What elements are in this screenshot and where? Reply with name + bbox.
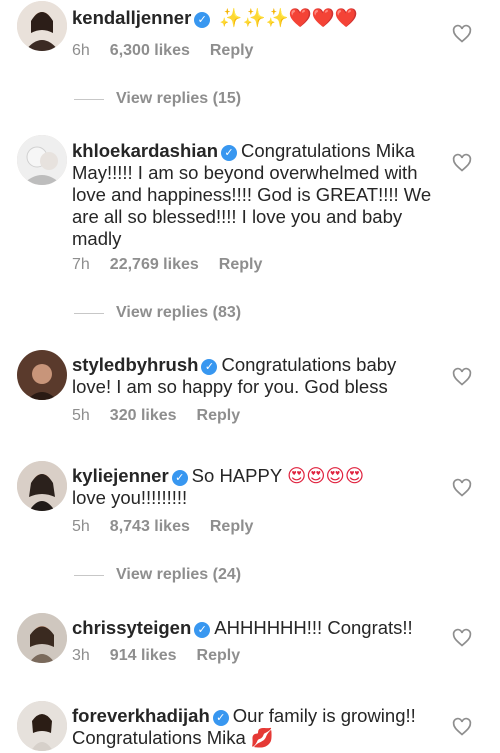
likes-count[interactable]: 6,300 likes: [110, 42, 190, 59]
likes-count[interactable]: 320 likes: [110, 407, 177, 424]
timestamp: 3h: [72, 647, 90, 664]
username[interactable]: khloekardashian: [72, 140, 218, 161]
timestamp: 7h: [72, 256, 90, 273]
heart-outline-icon[interactable]: [452, 24, 472, 44]
emoji-text: 😍😍😍😍: [286, 465, 365, 486]
heart-outline-icon[interactable]: [452, 478, 472, 498]
likes-count[interactable]: 914 likes: [110, 647, 177, 664]
reply-button[interactable]: Reply: [219, 256, 263, 273]
avatar[interactable]: [17, 461, 67, 511]
verified-badge-icon: ✓: [171, 470, 188, 486]
divider: [74, 312, 104, 314]
comment-meta: 3h 914 likes Reply: [72, 647, 260, 665]
comment-text: chrissyteigen ✓ AHHHHHH!!! Congrats!!: [72, 617, 422, 639]
emoji-text: 💋: [250, 727, 274, 748]
comment-meta: 7h 22,769 likes Reply: [72, 256, 282, 274]
divider: [74, 574, 104, 576]
reply-button[interactable]: Reply: [197, 407, 241, 424]
verified-badge-icon: ✓: [212, 710, 229, 726]
comment-meta: 5h 320 likes Reply: [72, 407, 260, 425]
comment-text: styledbyhrush ✓ Congratulations baby love!…: [72, 354, 437, 398]
heart-outline-icon[interactable]: [452, 153, 472, 173]
username[interactable]: chrissyteigen: [72, 617, 191, 638]
likes-count[interactable]: 22,769 likes: [110, 256, 199, 273]
comment-body: So HAPPY: [191, 465, 282, 486]
view-replies-button[interactable]: View replies (24): [74, 566, 241, 584]
avatar[interactable]: [17, 613, 67, 663]
avatar[interactable]: [17, 1, 67, 51]
avatar[interactable]: [17, 701, 67, 751]
avatar[interactable]: [17, 350, 67, 400]
reply-button[interactable]: Reply: [210, 518, 254, 535]
comment-body: AHHHHHH!!! Congrats!!: [214, 617, 413, 638]
verified-badge-icon: ✓: [221, 145, 238, 161]
comment-text: foreverkhadijah ✓ Our family is growing!! …: [72, 705, 422, 749]
username[interactable]: styledbyhrush: [72, 354, 198, 375]
heart-outline-icon[interactable]: [452, 628, 472, 648]
avatar[interactable]: [17, 135, 67, 185]
likes-count[interactable]: 8,743 likes: [110, 518, 190, 535]
comment-text: kendalljenner ✓ ✨✨✨❤️❤️❤️: [72, 7, 422, 29]
verified-badge-icon: ✓: [194, 622, 211, 638]
verified-badge-icon: ✓: [201, 359, 218, 375]
username[interactable]: kendalljenner: [72, 7, 191, 28]
reply-button[interactable]: Reply: [197, 647, 241, 664]
heart-outline-icon[interactable]: [452, 367, 472, 387]
view-replies-label[interactable]: View replies (24): [116, 566, 241, 584]
comment-text: kyliejenner ✓ So HAPPY 😍😍😍😍 love you!!!!!!…: [72, 465, 422, 509]
comment-body-line2: love you!!!!!!!!!: [72, 487, 188, 508]
heart-outline-icon[interactable]: [452, 717, 472, 737]
view-replies-button[interactable]: View replies (15): [74, 90, 241, 108]
view-replies-label[interactable]: View replies (83): [116, 304, 241, 322]
reply-button[interactable]: Reply: [210, 42, 254, 59]
comment-text: khloekardashian ✓ Congratulations Mika May…: [72, 140, 432, 250]
view-replies-button[interactable]: View replies (83): [74, 304, 241, 322]
username[interactable]: foreverkhadijah: [72, 705, 210, 726]
comment-meta: 5h 8,743 likes Reply: [72, 518, 273, 536]
emoji-text: ✨✨✨❤️❤️❤️: [219, 7, 358, 28]
comment-meta: 6h 6,300 likes Reply: [72, 42, 273, 60]
username[interactable]: kyliejenner: [72, 465, 169, 486]
timestamp: 5h: [72, 407, 90, 424]
view-replies-label[interactable]: View replies (15): [116, 90, 241, 108]
verified-badge-icon: ✓: [194, 12, 211, 28]
timestamp: 5h: [72, 518, 90, 535]
timestamp: 6h: [72, 42, 90, 59]
divider: [74, 98, 104, 100]
